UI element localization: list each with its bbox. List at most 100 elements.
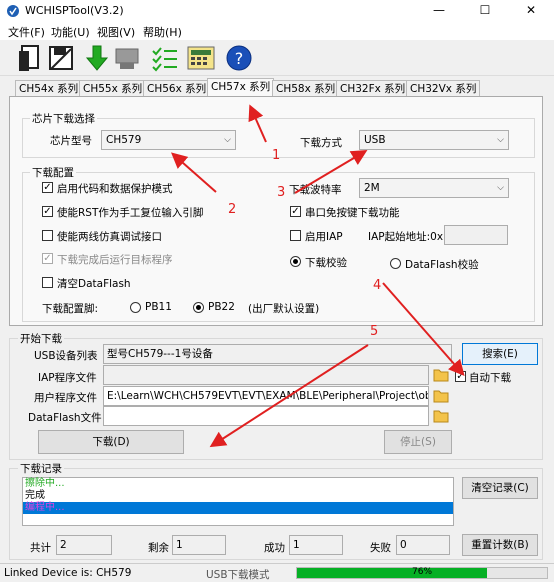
verify-label: 下载校验: [305, 257, 347, 269]
annotation-number: 3: [277, 185, 286, 200]
clear-log-button[interactable]: 清空记录(C): [462, 477, 538, 499]
progress-bar: 76%: [296, 567, 548, 579]
chevron-down-icon: ⌵: [497, 135, 504, 145]
linked-device: Linked Device is: CH579: [4, 567, 132, 579]
run-after-checkbox[interactable]: ✓: [42, 253, 53, 264]
remain-label: 剩余: [148, 542, 169, 554]
iap-checkbox[interactable]: [290, 230, 301, 241]
dataflash-file-input[interactable]: [103, 406, 429, 426]
protect-label: 启用代码和数据保护模式: [57, 183, 173, 195]
usb-list-label: USB设备列表: [34, 350, 98, 362]
chevron-down-icon: ⌵: [224, 135, 231, 145]
annotation-number: 4: [373, 278, 382, 293]
checklist-icon[interactable]: [150, 43, 180, 73]
close-button[interactable]: ✕: [508, 0, 554, 22]
run-after-label: 下载完成后运行目标程序: [57, 254, 173, 266]
pin-note: (出厂默认设置): [248, 303, 320, 315]
stop-button[interactable]: 停止(S): [384, 430, 452, 454]
progress-text: 76%: [412, 567, 433, 577]
status-bar: Linked Device is: CH579 USB下载模式 76%: [0, 563, 554, 582]
download-mode-value: USB: [364, 134, 386, 146]
success-count: 1: [289, 535, 343, 555]
user-file-label: 用户程序文件: [34, 392, 97, 404]
reset-count-button[interactable]: 重置计数(B): [462, 534, 538, 556]
iap-addr-input[interactable]: [444, 225, 508, 245]
pb11-radio[interactable]: [130, 302, 141, 313]
download-mode-label: 下载方式: [300, 137, 342, 149]
protect-checkbox[interactable]: ✓: [42, 182, 53, 193]
menu-file[interactable]: 文件(F): [8, 24, 45, 40]
annotation-number: 5: [370, 324, 379, 339]
menu-bar: 文件(F) 功能(U) 视图(V) 帮助(H): [0, 22, 554, 40]
menu-function[interactable]: 功能(U): [51, 24, 90, 40]
svg-text:?: ?: [235, 49, 244, 68]
serial-label: 串口免按键下载功能: [305, 207, 400, 219]
search-button[interactable]: 搜索(E): [462, 343, 538, 365]
rst-checkbox[interactable]: ✓: [42, 206, 53, 217]
twowire-checkbox[interactable]: [42, 230, 53, 241]
window-title: WCHISPTool(V3.2): [25, 4, 124, 17]
clear-dataflash-checkbox[interactable]: [42, 277, 53, 288]
download-group-label: 开始下载: [18, 331, 64, 346]
verify-dataflash-label: DataFlash校验: [405, 259, 479, 271]
folder-open-icon[interactable]: [433, 389, 449, 403]
download-mode-select[interactable]: USB ⌵: [359, 130, 509, 150]
verify-radio[interactable]: [290, 256, 301, 267]
toolbar: ?: [0, 40, 554, 76]
clear-dataflash-label: 清空DataFlash: [57, 278, 131, 290]
calculator-icon[interactable]: [186, 43, 216, 73]
maximize-button[interactable]: ☐: [462, 0, 508, 22]
chip-model-select[interactable]: CH579 ⌵: [101, 130, 236, 150]
pin-label: 下载配置脚:: [42, 303, 99, 315]
folder-open-icon[interactable]: [433, 409, 449, 423]
twowire-label: 使能两线仿真调试接口: [57, 231, 162, 243]
iap-file-label: IAP程序文件: [38, 372, 97, 384]
baud-value: 2M: [364, 182, 380, 194]
iap-file-input[interactable]: [103, 365, 429, 385]
progress-fill: [297, 568, 487, 578]
title-bar: WCHISPTool(V3.2) — ☐ ✕: [0, 0, 554, 22]
iap-label: 启用IAP: [305, 231, 343, 243]
auto-download-checkbox[interactable]: ✓: [455, 371, 466, 382]
fail-label: 失败: [370, 542, 391, 554]
log-group-label: 下载记录: [18, 461, 64, 476]
user-file-input[interactable]: E:\Learn\WCH\CH579EVT\EVT\EXAM\BLE\Perip…: [103, 386, 429, 406]
pb22-radio[interactable]: [193, 302, 204, 313]
save-file-icon[interactable]: [46, 43, 76, 73]
fail-count: 0: [396, 535, 450, 555]
baud-select[interactable]: 2M ⌵: [359, 178, 509, 198]
success-label: 成功: [264, 542, 285, 554]
log-line: 擦除中...: [25, 478, 65, 489]
baud-label: 下载波特率: [289, 184, 342, 196]
pb11-label: PB11: [145, 301, 172, 313]
verify-dataflash-radio[interactable]: [390, 258, 401, 269]
dataflash-file-label: DataFlash文件: [28, 412, 102, 424]
chip-select-group-label: 芯片下载选择: [30, 111, 97, 126]
annotation-number: 1: [272, 148, 281, 163]
menu-help[interactable]: 帮助(H): [143, 24, 182, 40]
chip-model-label: 芯片型号: [50, 135, 92, 147]
download-arrow-icon[interactable]: [82, 43, 112, 73]
mode-indicator: USB下载模式: [206, 569, 270, 581]
folder-open-icon[interactable]: [433, 368, 449, 382]
chevron-down-icon: ⌵: [497, 183, 504, 193]
help-icon[interactable]: ?: [224, 43, 254, 73]
menu-view[interactable]: 视图(V): [97, 24, 135, 40]
auto-download-label: 自动下载: [469, 372, 511, 384]
pb22-label: PB22: [208, 301, 235, 313]
device-icon[interactable]: [112, 43, 142, 73]
chip-model-value: CH579: [106, 134, 142, 146]
config-group-label: 下载配置: [30, 165, 76, 180]
usb-device-field[interactable]: 型号CH579---1号设备: [103, 344, 452, 364]
open-file-icon[interactable]: [16, 43, 46, 73]
app-icon: [7, 5, 19, 17]
log-line: 编程中...: [23, 502, 453, 514]
tab-ch57x[interactable]: CH57x 系列: [207, 78, 275, 98]
minimize-button[interactable]: —: [416, 0, 462, 22]
log-line: 完成: [25, 490, 45, 501]
rst-label: 使能RST作为手工复位输入引脚: [57, 207, 204, 219]
serial-checkbox[interactable]: ✓: [290, 206, 301, 217]
total-count: 2: [56, 535, 112, 555]
log-list[interactable]: 擦除中... 完成 编程中...: [22, 477, 454, 526]
download-button[interactable]: 下载(D): [38, 430, 184, 454]
